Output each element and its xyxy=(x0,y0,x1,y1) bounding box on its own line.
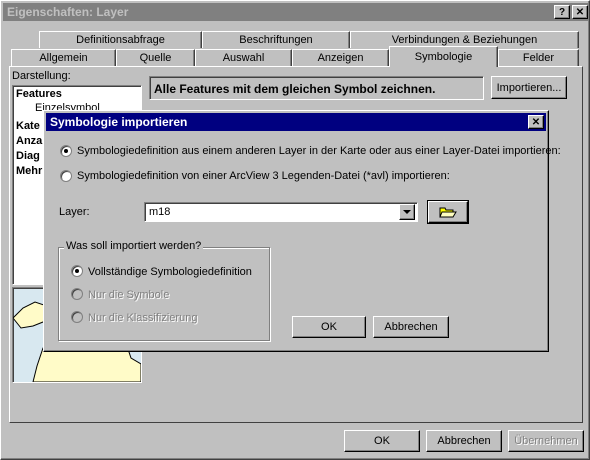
tree-item-anza[interactable]: Anza xyxy=(16,135,42,147)
apply-button[interactable]: Übernehmen xyxy=(508,430,584,452)
classification-only-radio[interactable] xyxy=(71,311,83,323)
description-text: Alle Features mit dem gleichen Symbol ze… xyxy=(154,82,436,96)
classification-only-label[interactable]: Nur die Klassifizierung xyxy=(88,312,197,324)
dialog-title: Symbologie importieren xyxy=(50,115,188,129)
dialog-close-button[interactable]: ✕ xyxy=(528,115,544,129)
tree-item-diag[interactable]: Diag xyxy=(16,150,40,162)
chevron-down-icon xyxy=(403,209,411,214)
open-folder-button[interactable] xyxy=(427,200,469,224)
tree-item-features[interactable]: Features xyxy=(16,88,62,100)
tree-item-kate[interactable]: Kate xyxy=(16,120,40,132)
dialog-ok-button[interactable]: OK xyxy=(292,316,366,338)
dialog-title-bar[interactable]: Symbologie importieren ✕ xyxy=(46,113,546,131)
symbols-only-label[interactable]: Nur die Symbole xyxy=(88,289,169,301)
close-icon: ✕ xyxy=(531,116,541,128)
tree-item-mehr[interactable]: Mehr xyxy=(16,165,42,177)
option-avl-label[interactable]: Symbologiedefinition von einer ArcView 3… xyxy=(77,170,450,182)
tab-definitionsabfrage[interactable]: Definitionsabfrage xyxy=(39,31,202,48)
full-definition-label[interactable]: Vollständige Symbologiedefinition xyxy=(88,266,252,278)
layer-dropdown-button[interactable] xyxy=(399,204,415,220)
symbols-only-radio[interactable] xyxy=(71,288,83,300)
cancel-button[interactable]: Abbrechen xyxy=(426,430,502,452)
tab-quelle[interactable]: Quelle xyxy=(116,49,195,66)
tab-symbologie[interactable]: Symbologie xyxy=(389,46,498,67)
tab-auswahl[interactable]: Auswahl xyxy=(195,49,292,66)
dialog-cancel-button[interactable]: Abbrechen xyxy=(373,316,449,338)
import-symbology-dialog: Symbologie importieren ✕ Symbologiedefin… xyxy=(43,110,561,352)
description-box: Alle Features mit dem gleichen Symbol ze… xyxy=(149,76,484,100)
option-layer-file-radio[interactable] xyxy=(60,145,72,157)
folder-open-icon xyxy=(439,207,457,218)
main-title-bar[interactable]: Eigenschaften: Layer ? ✕ xyxy=(3,3,589,21)
main-window-title: Eigenschaften: Layer xyxy=(7,5,129,19)
close-button[interactable]: ✕ xyxy=(572,5,588,19)
tab-anzeigen[interactable]: Anzeigen xyxy=(292,49,389,66)
help-button[interactable]: ? xyxy=(554,5,570,19)
tab-felder[interactable]: Felder xyxy=(498,49,579,66)
import-scope-group: Was soll importiert werden? Vollständige… xyxy=(58,240,270,341)
tab-allgemein[interactable]: Allgemein xyxy=(11,49,116,66)
show-label: Darstellung: xyxy=(12,70,71,82)
ok-button[interactable]: OK xyxy=(344,430,420,452)
layer-combobox[interactable]: m18 xyxy=(144,202,418,222)
option-layer-file-label[interactable]: Symbologiedefinition aus einem anderen L… xyxy=(77,145,561,157)
full-definition-radio[interactable] xyxy=(71,265,83,277)
option-avl-radio[interactable] xyxy=(60,170,72,182)
close-icon: ✕ xyxy=(575,6,585,18)
layer-label: Layer: xyxy=(59,206,90,218)
layer-value: m18 xyxy=(149,206,171,218)
tab-beschriftungen[interactable]: Beschriftungen xyxy=(202,31,350,48)
import-button[interactable]: Importieren... xyxy=(491,76,567,99)
group-title: Was soll importiert werden? xyxy=(64,240,204,252)
